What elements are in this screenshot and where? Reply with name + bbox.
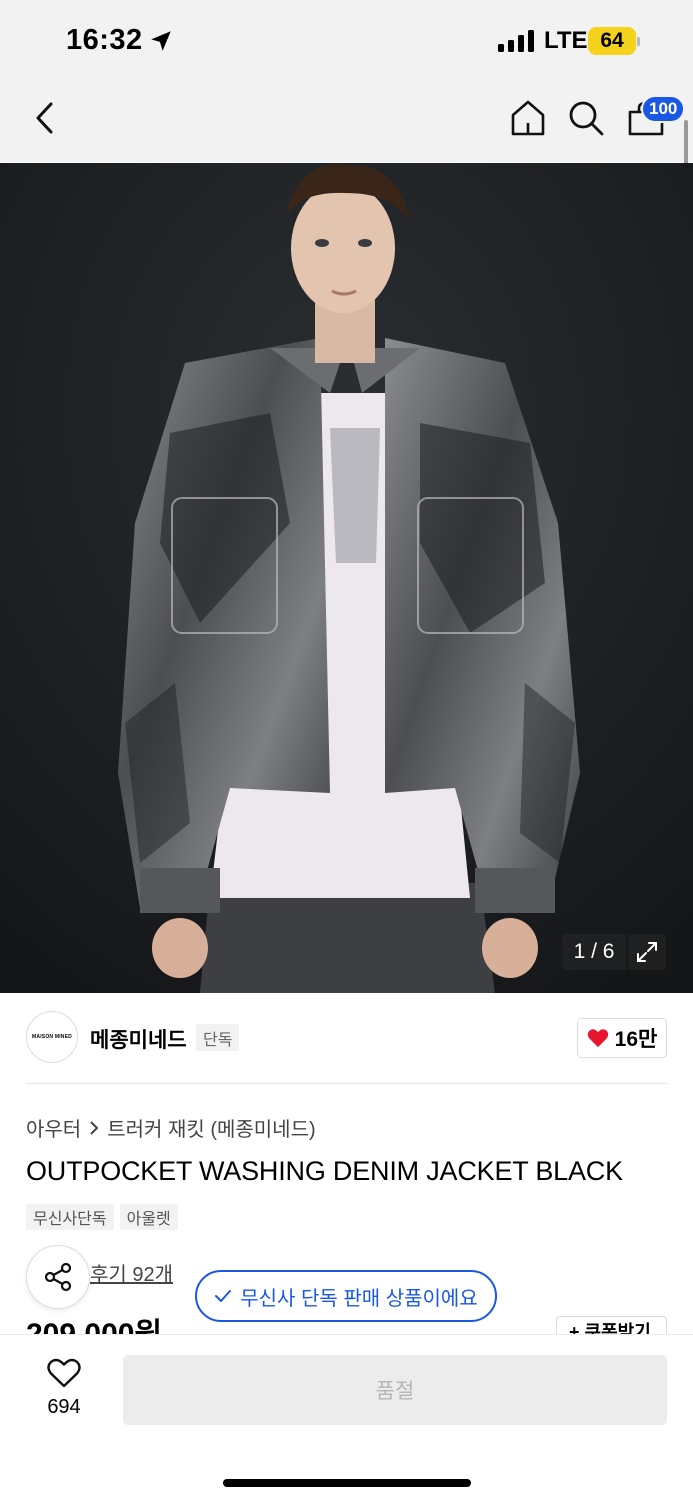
exclusive-notice-text: 무신사 단독 판매 상품이에요 xyxy=(240,1287,478,1310)
breadcrumb-subcategory[interactable]: 트러커 재킷 (메종미네드) xyxy=(107,1113,315,1142)
brand-like-button[interactable]: 16만 xyxy=(577,1018,667,1058)
wishlist-count: 694 xyxy=(47,1396,81,1418)
brand-exclusive-tag: 단독 xyxy=(196,1024,240,1051)
network-label: LTE xyxy=(544,27,588,54)
product-price: 209,000원 xyxy=(26,1318,163,1336)
product-photo-model-denim-jacket xyxy=(0,163,693,993)
image-counter: 1 / 6 xyxy=(562,934,626,970)
review-count-link[interactable]: 후기 92개 xyxy=(90,1258,173,1287)
expand-icon xyxy=(637,942,657,962)
sold-out-button[interactable]: 품절 xyxy=(123,1355,667,1425)
back-chevron-icon[interactable] xyxy=(30,100,60,136)
product-tag: 무신사단독 xyxy=(26,1204,114,1230)
brand-row: MAISON MINED 메종미네드 단독 16만 xyxy=(26,1011,667,1065)
brand-like-count: 16만 xyxy=(614,1028,658,1051)
coupon-button[interactable]: + 쿠폰받기 xyxy=(556,1316,667,1336)
status-time: 16:32 xyxy=(66,24,143,56)
share-icon xyxy=(44,1262,72,1292)
battery-icon: 64 xyxy=(588,27,636,55)
home-indicator xyxy=(223,1479,471,1487)
brand-name[interactable]: 메종미네드 xyxy=(90,1024,187,1054)
chevron-right-icon xyxy=(90,1120,99,1135)
section-divider xyxy=(26,1083,667,1084)
expand-image-button[interactable] xyxy=(628,934,666,970)
wishlist-button[interactable] xyxy=(34,1358,94,1393)
cart-count-badge: 100 xyxy=(641,95,686,123)
exclusive-notice-toast: 무신사 단독 판매 상품이에요 xyxy=(195,1270,497,1322)
location-arrow-icon xyxy=(151,31,171,51)
heart-outline-icon xyxy=(47,1358,81,1388)
search-icon[interactable] xyxy=(566,98,606,138)
product-tags: 무신사단독 아울렛 xyxy=(26,1204,178,1230)
heart-filled-icon xyxy=(587,1029,608,1048)
product-title: OUTPOCKET WASHING DENIM JACKET BLACK xyxy=(26,1156,623,1186)
home-icon[interactable] xyxy=(508,98,548,138)
product-image-gallery[interactable] xyxy=(0,163,693,993)
checkmark-icon xyxy=(215,1290,232,1302)
product-tag: 아울렛 xyxy=(119,1204,178,1230)
breadcrumb-category[interactable]: 아우터 xyxy=(26,1113,81,1142)
brand-logo[interactable]: MAISON MINED xyxy=(26,1011,78,1063)
status-bar: 16:32 LTE 64 xyxy=(0,0,693,84)
share-button[interactable] xyxy=(26,1245,90,1309)
breadcrumb: 아우터 트러커 재킷 (메종미네드) xyxy=(26,1113,316,1142)
cell-signal-icon xyxy=(498,30,534,52)
battery-tip xyxy=(637,37,640,46)
